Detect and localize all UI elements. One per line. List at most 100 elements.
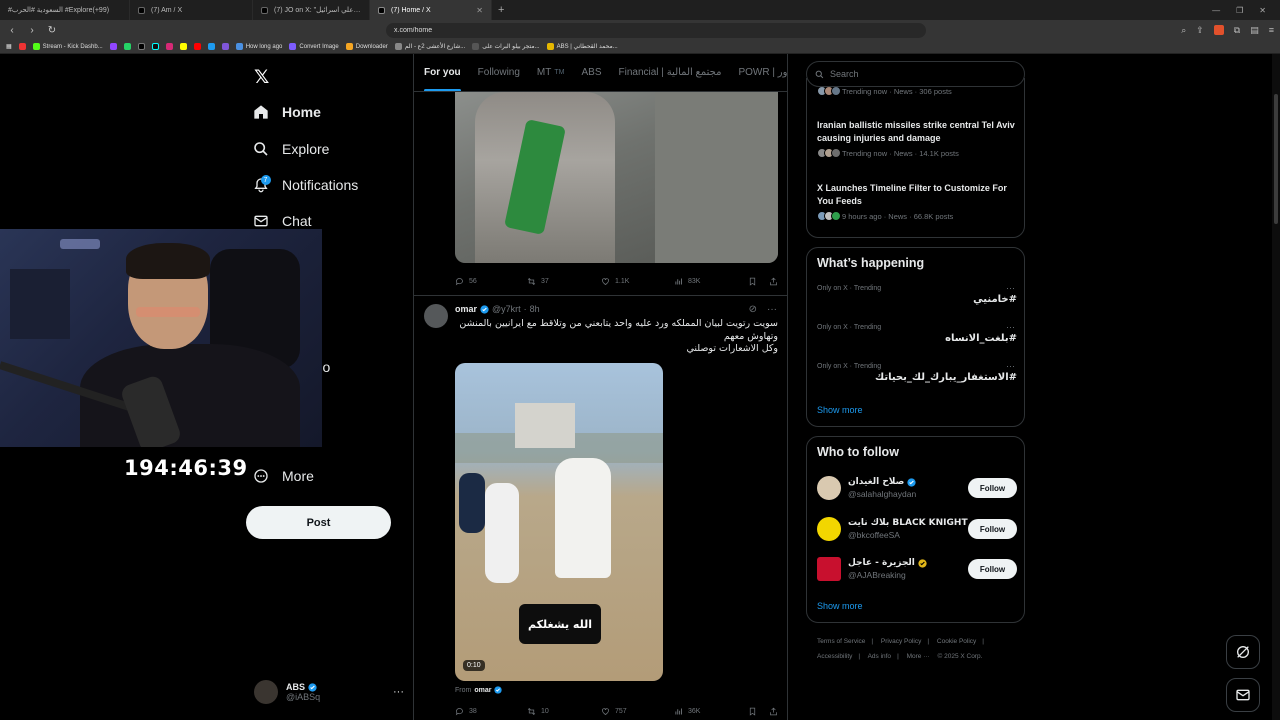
author-handle[interactable]: @y7krt bbox=[492, 304, 521, 314]
grok-icon[interactable] bbox=[1226, 635, 1260, 669]
post-button[interactable]: Post bbox=[246, 506, 391, 539]
grok-explain-icon[interactable]: ⊘ bbox=[749, 304, 757, 315]
twitch-icon[interactable] bbox=[109, 43, 117, 50]
reply-button[interactable]: 38 bbox=[455, 707, 527, 716]
trend-item[interactable]: Only on X · Trending ··· #بلغت_الانساه bbox=[817, 322, 1017, 344]
maximize-icon[interactable]: ❐ bbox=[1236, 6, 1243, 15]
search-box[interactable] bbox=[806, 61, 1025, 87]
footer-link[interactable]: Terms of Service bbox=[817, 638, 865, 645]
tab-abs[interactable]: ABS bbox=[581, 54, 601, 91]
bookmark-favicon-icon[interactable] bbox=[207, 43, 215, 50]
forward-icon[interactable]: › bbox=[26, 25, 38, 36]
share-icon[interactable] bbox=[769, 707, 778, 716]
address-bar[interactable] bbox=[386, 22, 926, 38]
views-button[interactable]: 36K bbox=[674, 707, 746, 716]
avatar[interactable] bbox=[817, 476, 841, 500]
x-logo-icon[interactable]: 𝕏 bbox=[254, 66, 269, 89]
follow-suggestion[interactable]: صلاح الغيدان @salahalghaydan Follow bbox=[817, 473, 1017, 503]
tab-mt[interactable]: MT TM bbox=[537, 54, 565, 91]
browser-tab[interactable]: (7) JO on X: "بسلطة نماذك علي اسرائيل bbox=[253, 0, 370, 20]
more-options-icon[interactable]: ··· bbox=[393, 686, 404, 698]
tiktok-icon[interactable] bbox=[151, 43, 159, 50]
menu-icon[interactable]: ≡ bbox=[1269, 25, 1274, 36]
tab-powr[interactable]: POWR | ور bbox=[738, 54, 787, 91]
footer-link[interactable]: More ··· bbox=[907, 653, 930, 660]
avatar[interactable] bbox=[424, 304, 448, 328]
footer-link[interactable]: Ads info bbox=[868, 653, 892, 660]
extensions-icon[interactable]: ⧉ bbox=[1234, 25, 1240, 36]
browser-tab-active[interactable]: (7) Home / X ✕ bbox=[370, 0, 492, 20]
bookmark-item[interactable]: How long ago bbox=[235, 43, 282, 50]
tab-financial[interactable]: Financial | مجتمع المالية bbox=[619, 54, 722, 91]
apps-icon[interactable]: ▦ bbox=[6, 43, 12, 50]
follow-button[interactable]: Follow bbox=[968, 519, 1017, 539]
x-icon[interactable] bbox=[137, 43, 145, 50]
new-tab-icon[interactable]: + bbox=[492, 4, 510, 16]
whatsapp-icon[interactable] bbox=[123, 43, 131, 50]
share-icon[interactable] bbox=[769, 277, 778, 286]
tweet-time[interactable]: 8h bbox=[530, 304, 540, 314]
footer-link[interactable]: Cookie Policy bbox=[937, 638, 976, 645]
bookmark-item[interactable]: متجر بيلو البرات على... bbox=[472, 43, 540, 50]
bookmark-favicon-icon[interactable] bbox=[221, 43, 229, 50]
more-options-icon[interactable]: ··· bbox=[1006, 283, 1015, 293]
account-switcher[interactable]: ABS @iABSq ··· bbox=[254, 678, 404, 706]
zoom-icon[interactable]: ⌕ bbox=[1181, 25, 1186, 36]
footer-link[interactable]: Privacy Policy bbox=[881, 638, 921, 645]
show-more-link[interactable]: Show more bbox=[817, 601, 863, 611]
trend-item[interactable]: Only on X · Trending ··· #الاستغفار_يبار… bbox=[817, 361, 1017, 383]
follow-button[interactable]: Follow bbox=[968, 559, 1017, 579]
more-options-icon[interactable]: ··· bbox=[1006, 361, 1015, 371]
views-button[interactable]: 83K bbox=[674, 277, 746, 286]
follow-button[interactable]: Follow bbox=[968, 478, 1017, 498]
brave-shield-icon[interactable] bbox=[1213, 24, 1224, 35]
bookmark-icon[interactable] bbox=[748, 277, 757, 286]
instagram-icon[interactable] bbox=[165, 43, 173, 50]
snapchat-icon[interactable] bbox=[179, 43, 187, 50]
search-input[interactable] bbox=[830, 69, 1010, 79]
trend-item[interactable]: Only on X · Trending ··· #خامنيي bbox=[817, 283, 1017, 305]
tweet-video[interactable]: الله يشغلكم 0:10 bbox=[455, 363, 663, 681]
footer-link[interactable]: Accessibility bbox=[817, 653, 852, 660]
scrollbar-thumb[interactable] bbox=[1274, 94, 1278, 224]
sidebar-icon[interactable]: ▤ bbox=[1250, 25, 1259, 36]
nav-more[interactable]: More bbox=[252, 458, 358, 494]
bookmark-item[interactable]: ABS | محمد القحطاني... bbox=[546, 43, 618, 50]
bookmark-item[interactable]: Stream - Kick Dashb... bbox=[32, 43, 103, 50]
like-button[interactable]: 757 bbox=[601, 707, 674, 716]
tab-following[interactable]: Following bbox=[478, 54, 520, 91]
nav-explore[interactable]: Explore bbox=[252, 130, 358, 166]
reply-button[interactable]: 56 bbox=[455, 277, 527, 286]
news-item[interactable]: X Launches Timeline Filter to Customize … bbox=[817, 182, 1017, 221]
avatar[interactable] bbox=[817, 517, 841, 541]
show-more-link[interactable]: Show more bbox=[817, 405, 863, 415]
like-button[interactable]: 1.1K bbox=[601, 277, 674, 286]
minimize-icon[interactable]: — bbox=[1212, 6, 1220, 15]
more-options-icon[interactable]: ··· bbox=[767, 304, 777, 315]
nav-notifications[interactable]: 7 Notifications bbox=[252, 167, 358, 203]
nav-home[interactable]: Home bbox=[252, 94, 358, 130]
bookmark-item[interactable]: شارع الأعشى 2ع - الم... bbox=[394, 43, 465, 50]
repost-button[interactable]: 10 bbox=[527, 707, 601, 716]
author-name[interactable]: omar bbox=[455, 304, 477, 314]
bookmark-item[interactable]: Convert Image bbox=[289, 43, 339, 50]
youtube-icon[interactable] bbox=[193, 43, 201, 50]
more-options-icon[interactable]: ··· bbox=[1006, 322, 1015, 332]
close-tab-icon[interactable]: ✕ bbox=[476, 6, 483, 15]
follow-suggestion[interactable]: الجزيرة - عاجل @AJABreaking Follow bbox=[817, 554, 1017, 584]
bookmark-favicon-icon[interactable] bbox=[18, 43, 26, 50]
source-author[interactable]: omar bbox=[474, 687, 491, 694]
browser-tab[interactable]: #السعودية #الحرب #Explore(+99) bbox=[0, 0, 130, 20]
share-icon[interactable]: ⇪ bbox=[1196, 25, 1204, 36]
bookmark-icon[interactable] bbox=[748, 707, 757, 716]
url-input[interactable] bbox=[394, 26, 918, 34]
repost-button[interactable]: 37 bbox=[527, 277, 601, 286]
tab-for-you[interactable]: For you bbox=[424, 54, 461, 91]
reload-icon[interactable]: ↻ bbox=[46, 25, 58, 36]
close-window-icon[interactable]: ✕ bbox=[1259, 6, 1266, 15]
news-item[interactable]: Iranian ballistic missiles strike centra… bbox=[817, 119, 1017, 158]
browser-tab[interactable]: (7) Am / X bbox=[130, 0, 253, 20]
news-item[interactable]: Trending now · News · 306 posts bbox=[817, 86, 1017, 96]
tweet-media-image[interactable] bbox=[455, 92, 778, 263]
back-icon[interactable]: ‹ bbox=[6, 25, 18, 36]
